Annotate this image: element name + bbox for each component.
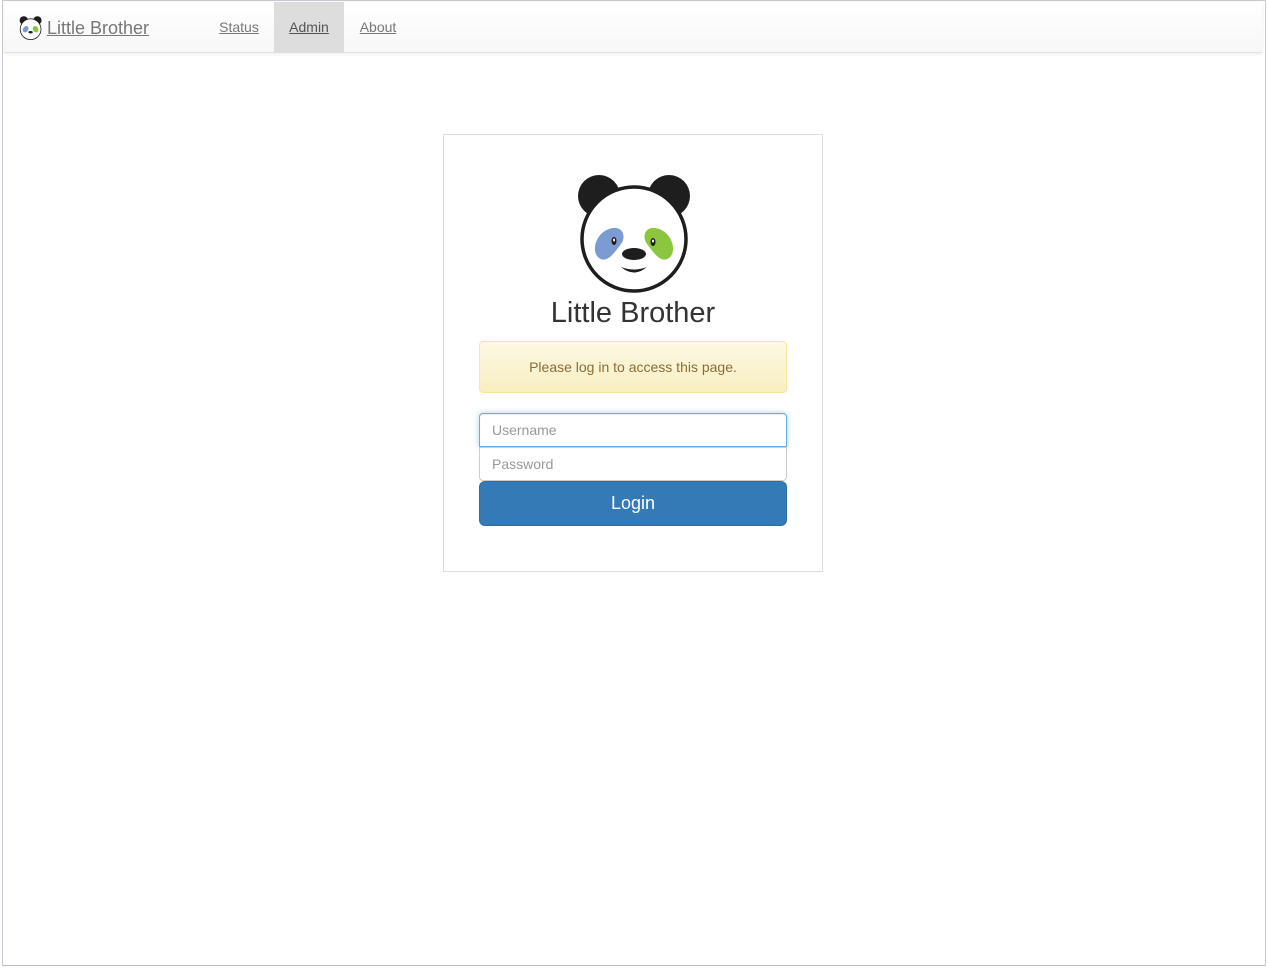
username-input[interactable] [479,413,787,447]
panda-logo-icon [19,16,42,40]
panda-logo-icon [578,175,690,293]
navbar: Little Brother Status Admin About [4,2,1262,53]
app-title: Little Brother [550,297,716,329]
password-input[interactable] [479,447,787,481]
nav-item-status[interactable]: Status [204,2,274,53]
nav-item-about[interactable]: About [344,2,412,53]
login-button[interactable]: Login [479,481,787,526]
brand-label: Little Brother [47,17,150,38]
login-panel: Little Brother Please log in to access t… [443,134,823,572]
nav-item-admin[interactable]: Admin [274,2,344,53]
brand-link[interactable]: Little Brother [19,15,149,41]
login-required-alert: Please log in to access this page. [479,341,787,393]
